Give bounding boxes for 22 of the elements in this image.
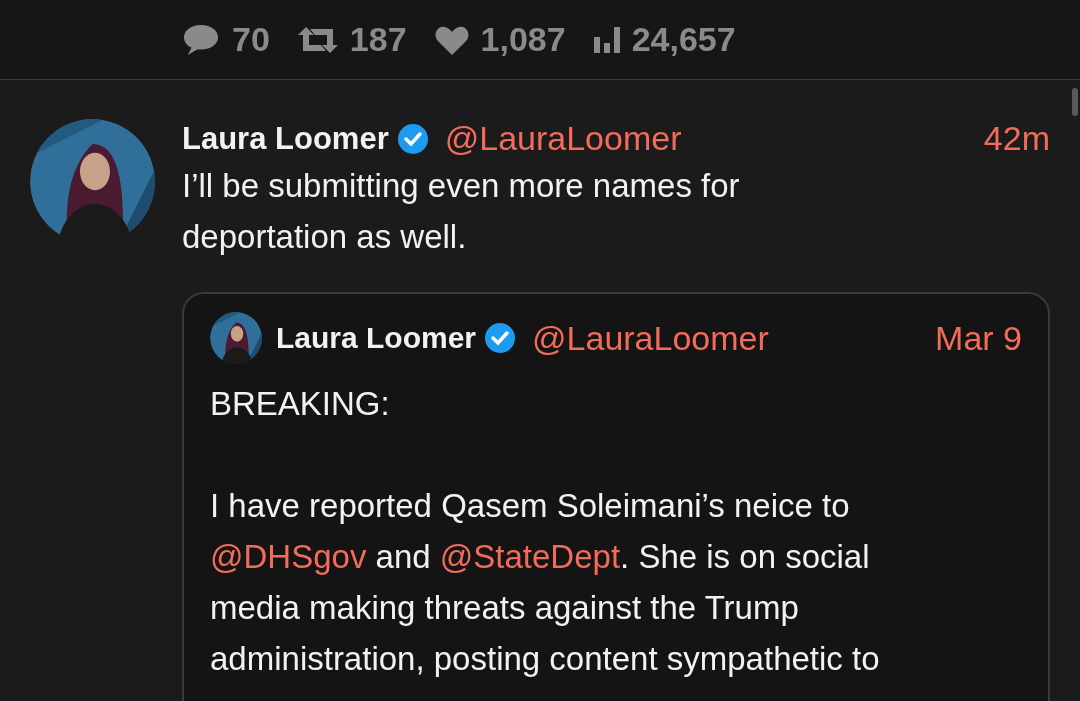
author-handle[interactable]: @LauraLoomer bbox=[444, 119, 682, 158]
speech-bubble-icon bbox=[182, 22, 220, 57]
timestamp: 42m bbox=[983, 119, 1050, 158]
author-name[interactable]: Laura Loomer bbox=[276, 321, 477, 355]
retweet-icon bbox=[297, 24, 338, 55]
mention-link[interactable]: @DHSgov bbox=[210, 538, 367, 575]
mention-link[interactable]: @StateDept bbox=[439, 538, 621, 575]
avatar[interactable] bbox=[30, 119, 155, 244]
views-count: 24,657 bbox=[631, 20, 736, 59]
likes-count: 1,087 bbox=[480, 20, 566, 59]
heart-icon bbox=[434, 24, 469, 55]
bar-chart-icon bbox=[593, 26, 620, 53]
timestamp: Mar 9 bbox=[935, 318, 1022, 358]
quoted-tweet-card[interactable] bbox=[182, 292, 1050, 701]
avatar[interactable] bbox=[210, 312, 262, 364]
tweet-text: BREAKING: I have reported Qasem Soleimani’s neice to @DHSgov and @StateDept. She is on social media making threats against the Trump administration, posting content sympathetic to bbox=[210, 384, 881, 679]
author-name[interactable]: Laura Loomer bbox=[182, 120, 389, 157]
author-handle[interactable]: @LauraLoomer bbox=[532, 318, 769, 358]
scrollbar[interactable] bbox=[1072, 88, 1078, 116]
retweets-count: 187 bbox=[349, 20, 407, 59]
replies-count: 70 bbox=[232, 20, 270, 59]
tweet-text: I’ll be submitting even more names for deportation as well. bbox=[182, 166, 741, 257]
